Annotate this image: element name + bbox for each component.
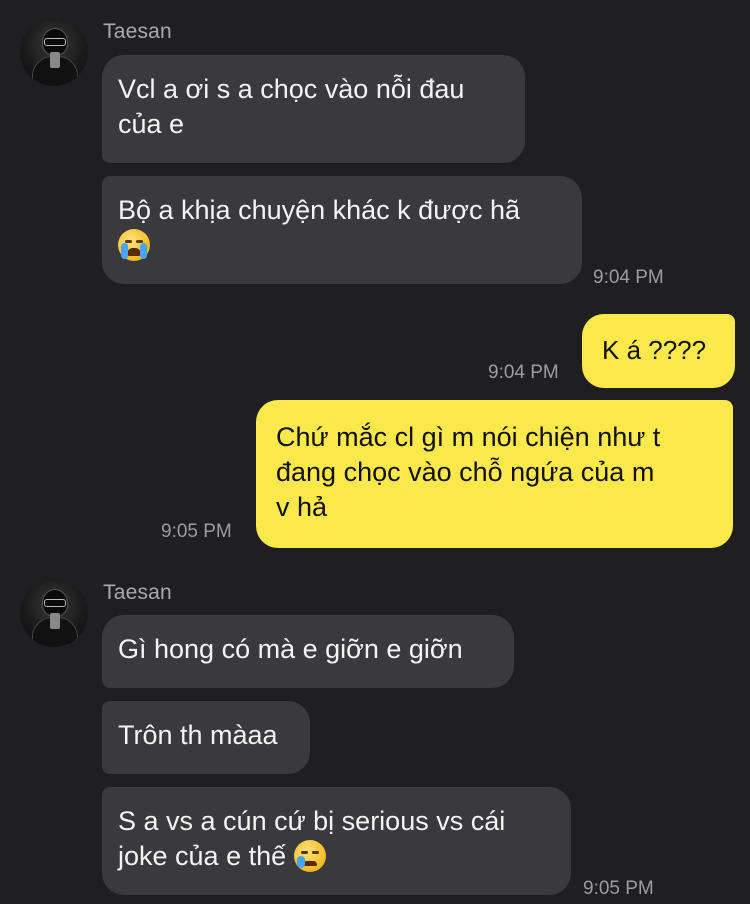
loudly-crying-face-icon (118, 228, 150, 261)
message-bubble-incoming[interactable]: Bộ a khịa chuyện khác k được hã (102, 176, 582, 284)
message-bubble-incoming[interactable]: Gì hong có mà e giỡn e giỡn (102, 615, 514, 688)
message-bubble-outgoing[interactable]: K á ???? (582, 314, 735, 388)
message-bubble-incoming[interactable]: S a vs a cún cứ bị serious vs cái joke c… (102, 787, 571, 895)
message-text: Chứ mắc cl gì m nói chiện như t (276, 422, 661, 452)
avatar-phone (50, 613, 60, 629)
message-timestamp: 9:04 PM (488, 362, 559, 383)
message-bubble-incoming[interactable]: Vcl a ơi s a chọc vào nỗi đau của e (102, 55, 525, 163)
message-text: Bộ a khịa chuyện khác k được hã (118, 195, 521, 225)
message-text: v hả (276, 492, 328, 522)
avatar[interactable] (20, 18, 88, 86)
message-text: Trôn th màaa (118, 720, 278, 750)
sender-name: Taesan (103, 581, 172, 604)
message-text: Gì hong có mà e giỡn e giỡn (118, 634, 463, 664)
sender-name: Taesan (103, 20, 172, 43)
message-text: Vcl a ơi s a chọc vào nỗi đau (118, 74, 465, 104)
message-bubble-incoming[interactable]: Trôn th màaa (102, 701, 310, 774)
message-text: của e (118, 109, 185, 139)
avatar-glasses (44, 38, 66, 46)
message-bubble-outgoing[interactable]: Chứ mắc cl gì m nói chiện như t đang chọ… (256, 400, 733, 548)
message-timestamp: 9:05 PM (161, 521, 232, 542)
message-text: đang chọc vào chỗ ngứa của m (276, 457, 655, 487)
message-text: joke của e thế (118, 841, 287, 871)
avatar[interactable] (20, 579, 88, 647)
avatar-glasses (44, 599, 66, 607)
message-timestamp: 9:04 PM (593, 267, 664, 288)
message-timestamp: 9:05 PM (583, 878, 654, 899)
message-text: K á ???? (602, 335, 707, 365)
message-text: S a vs a cún cứ bị serious vs cái (118, 806, 506, 836)
crying-face-icon (293, 839, 326, 872)
avatar-phone (50, 52, 60, 68)
